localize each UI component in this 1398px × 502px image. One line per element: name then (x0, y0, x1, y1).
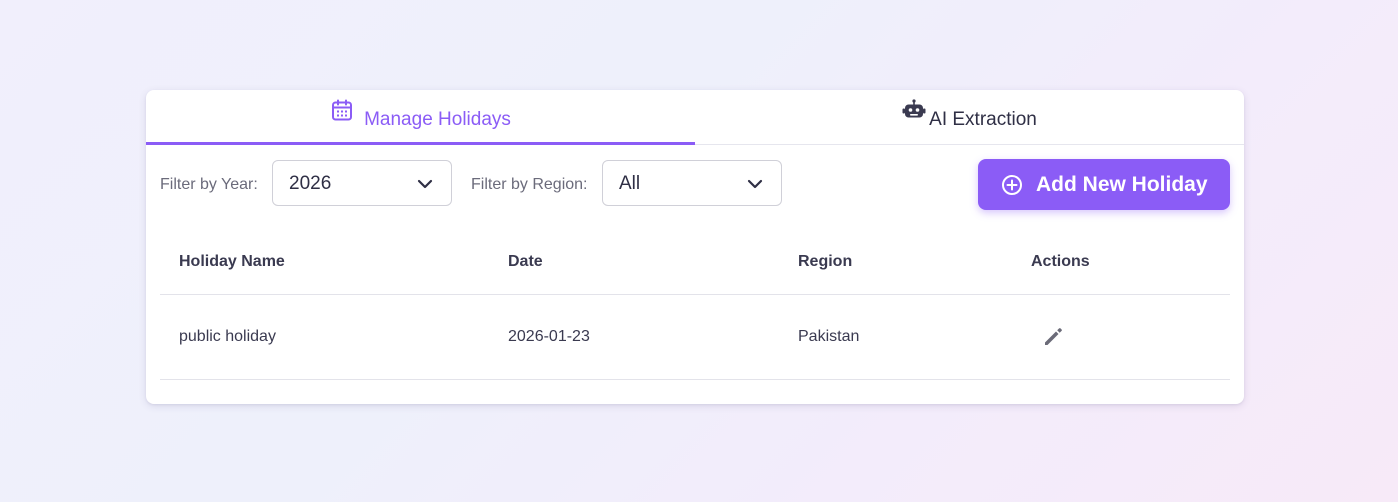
column-header-region: Region (798, 253, 853, 270)
calendar-icon (330, 98, 354, 122)
table-row: public holiday 2026-01-23 Pakistan (160, 295, 1230, 380)
chevron-down-icon (417, 177, 433, 189)
year-select[interactable]: 2026 (272, 160, 452, 206)
column-header-date: Date (508, 253, 543, 270)
holiday-region-cell: Pakistan (798, 328, 860, 345)
year-select-value: 2026 (289, 173, 332, 194)
holiday-card: Manage Holidays AI Extraction Filter by … (146, 90, 1244, 404)
holiday-date-cell: 2026-01-23 (508, 328, 590, 345)
region-filter-label: Filter by Region: (471, 176, 588, 193)
tab-manage-holidays-label: Manage Holidays (364, 109, 511, 130)
region-select-value: All (619, 173, 641, 194)
table-header: Holiday Name Date Region Actions (160, 230, 1230, 295)
region-select[interactable]: All (602, 160, 782, 206)
robot-icon (902, 98, 926, 122)
tab-ai-extraction[interactable]: AI Extraction (695, 90, 1244, 144)
tab-manage-holidays[interactable]: Manage Holidays (146, 90, 695, 145)
plus-circle-icon (1001, 174, 1023, 196)
chevron-down-icon (747, 177, 763, 189)
add-new-holiday-button[interactable]: Add New Holiday (978, 159, 1230, 210)
holiday-table: Holiday Name Date Region Actions public … (160, 230, 1230, 380)
holiday-name-cell: public holiday (179, 328, 276, 345)
year-filter-label: Filter by Year: (160, 176, 258, 193)
filter-bar: Filter by Year: 2026 Filter by Region: A… (160, 159, 1230, 210)
pencil-icon[interactable] (1040, 324, 1066, 350)
column-header-holiday-name: Holiday Name (179, 253, 285, 270)
tab-ai-extraction-label: AI Extraction (929, 109, 1037, 130)
column-header-actions: Actions (1031, 253, 1090, 270)
tab-bar: Manage Holidays AI Extraction (146, 90, 1244, 145)
add-new-holiday-label: Add New Holiday (1036, 173, 1208, 196)
